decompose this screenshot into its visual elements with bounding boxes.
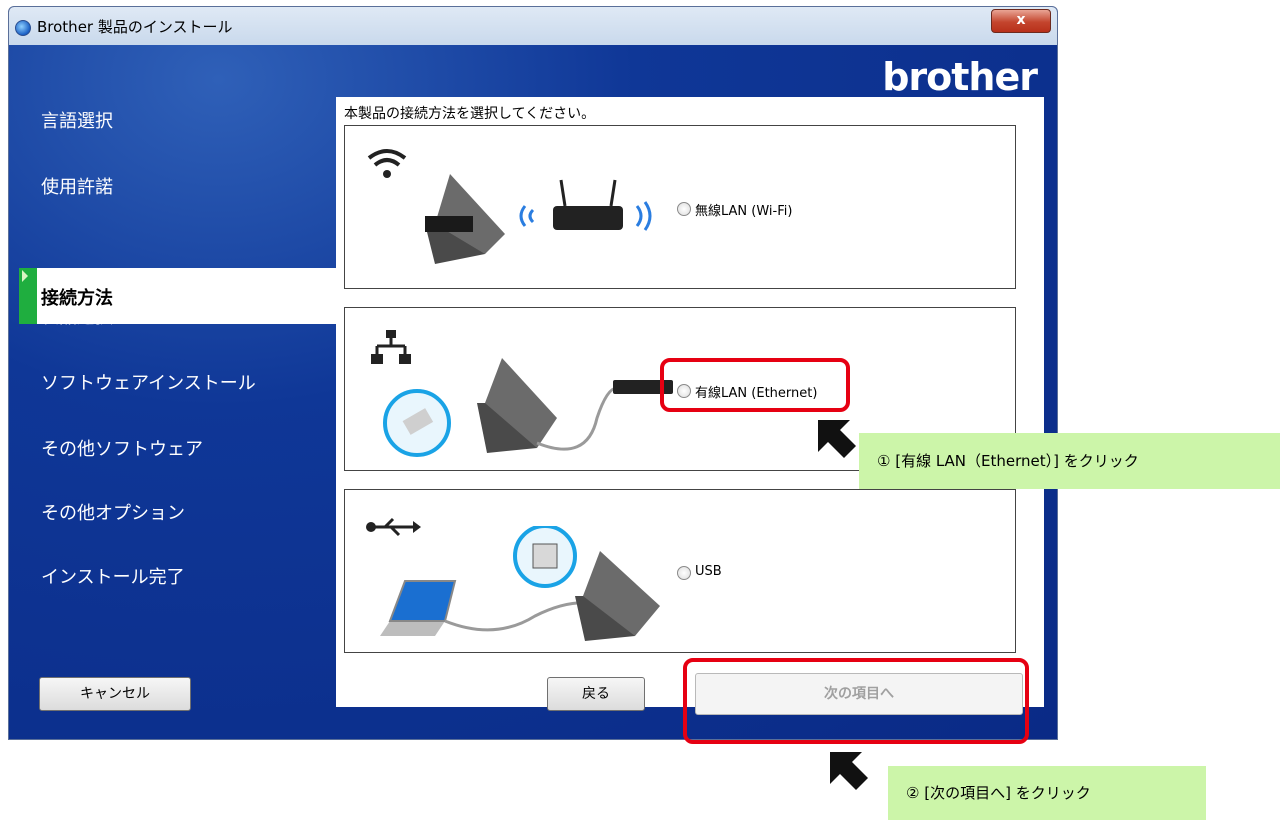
close-button[interactable]: x [991, 9, 1051, 33]
back-button[interactable]: 戻る [547, 677, 645, 711]
printer-image [425, 174, 505, 264]
installer-window: Brother 製品のインストール x brother 言語選択 使用許諾 接続… [8, 6, 1058, 740]
option-wifi[interactable]: 無線LAN (Wi-Fi) [344, 125, 1016, 289]
active-indicator [19, 268, 37, 324]
sidebar-item-other-software: その他ソフトウェア [41, 439, 203, 460]
brother-logo: brother [882, 55, 1038, 99]
cancel-button[interactable]: キャンセル [39, 677, 191, 711]
app-icon [15, 20, 31, 36]
arrow-pointer-icon [830, 752, 868, 790]
sidebar-item-license: 使用許諾 [41, 177, 113, 198]
window-title: Brother 製品のインストール [37, 18, 233, 36]
instruction-text: 本製品の接続方法を選択してください。 [344, 106, 596, 122]
wifi-icon [367, 149, 407, 178]
step1-callout: ① [有線 LAN（Ethernet）] をクリック [859, 433, 1280, 489]
option-wifi-label: 無線LAN (Wi-Fi) [695, 204, 793, 219]
usb-printer-image [380, 526, 660, 641]
sidebar-item-software-install: ソフトウェアインストール [41, 373, 256, 394]
arrow-pointer-icon [818, 420, 856, 458]
router-image [519, 179, 652, 231]
window-client: brother 言語選択 使用許諾 接続方法 製品選択 ソフトウェアインストール… [9, 45, 1057, 739]
highlight-next [683, 658, 1029, 744]
sidebar-item-language: 言語選択 [41, 111, 113, 132]
highlight-ethernet [660, 358, 850, 412]
option-usb-label: USB [695, 564, 722, 579]
sidebar-item-complete: インストール完了 [41, 567, 185, 588]
sidebar-item-other-options: その他オプション [41, 503, 185, 524]
radio-wifi[interactable] [677, 202, 691, 216]
step2-callout: ② [次の項目へ] をクリック [888, 766, 1206, 820]
ethernet-printer-image [383, 358, 673, 457]
radio-usb[interactable] [677, 566, 691, 580]
arrow-right-icon [22, 270, 28, 282]
option-usb[interactable]: USB [344, 489, 1016, 653]
title-bar: Brother 製品のインストール x [9, 7, 1057, 45]
sidebar-item-product: 製品選択 [41, 307, 113, 328]
